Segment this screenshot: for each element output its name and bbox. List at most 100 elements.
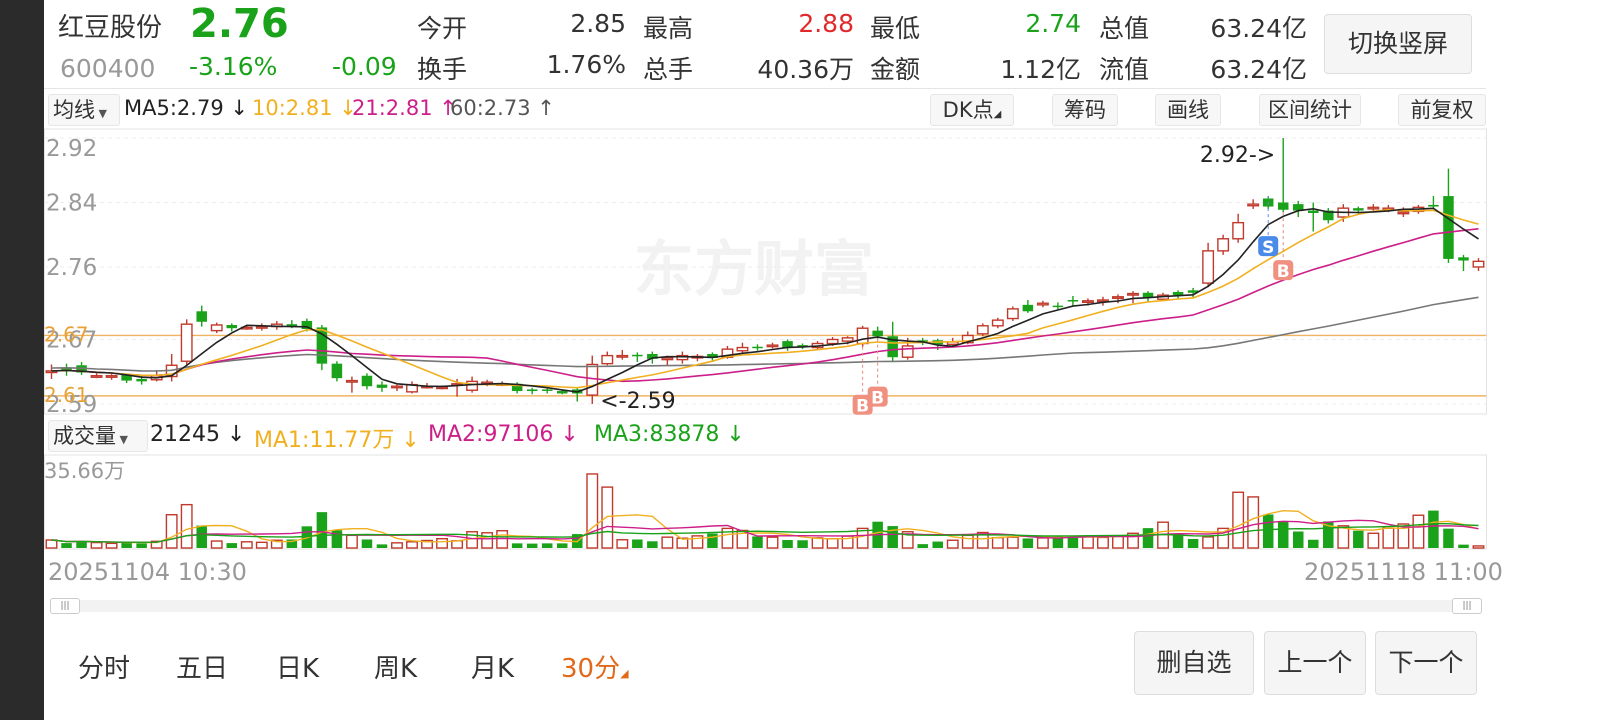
candle	[766, 342, 779, 349]
next-stock-button[interactable]: 下一个	[1375, 631, 1477, 695]
turnover-value: 1.76%	[546, 50, 626, 79]
candle	[105, 374, 118, 380]
candle	[196, 305, 207, 327]
kline-chart[interactable]: 东方财富 2.922.842.762.672.592.672.612.92-><…	[44, 120, 1488, 590]
tab-30min[interactable]: 30分◢	[561, 648, 629, 685]
remove-watchlist-button[interactable]: 删自选	[1134, 631, 1254, 695]
tab-intraday[interactable]: 分时	[78, 648, 130, 685]
candle-body	[1112, 296, 1124, 299]
time-scrollbar[interactable]: ||| |||	[50, 598, 1482, 614]
volume-bar	[451, 540, 464, 549]
volume-axis-label: 35.66万	[44, 459, 125, 483]
volume-bar	[226, 543, 238, 548]
ma21-indicator: 21:2.81 ↑	[352, 96, 457, 120]
volume-bar	[932, 541, 943, 548]
float-value: 63.24亿	[1210, 55, 1307, 84]
volume-bar	[797, 540, 808, 548]
volume-bar	[1412, 514, 1425, 549]
volume-bar	[391, 542, 403, 549]
candle-body	[466, 380, 479, 391]
high-marker: 2.92->	[1200, 143, 1275, 168]
tab-five-day[interactable]: 五日	[176, 648, 228, 685]
candle	[331, 361, 343, 382]
volume-bar	[826, 538, 839, 549]
candle	[165, 353, 178, 382]
candle-body	[345, 379, 358, 383]
previous-stock-button[interactable]: 上一个	[1264, 631, 1366, 695]
volume-bar	[961, 534, 974, 549]
high-label: 最高	[643, 14, 694, 43]
tab-daily-k[interactable]: 日K	[276, 648, 319, 685]
volume-bar	[647, 541, 658, 548]
low-label: 最低	[870, 14, 921, 43]
candle-body	[210, 324, 223, 332]
candle	[1232, 213, 1245, 243]
reference-lines	[44, 334, 1486, 397]
candle	[632, 352, 643, 363]
volume-bar	[1067, 536, 1079, 548]
candle-body	[661, 357, 674, 361]
candle-body	[601, 354, 614, 365]
candle	[1247, 199, 1260, 209]
volume-bar	[121, 542, 132, 548]
candle-body	[1036, 302, 1049, 306]
candle	[1217, 234, 1230, 255]
volume-bar	[541, 543, 553, 548]
candle-body	[1067, 300, 1079, 302]
switch-portrait-button[interactable]: 切换竖屏	[1324, 14, 1472, 74]
candle-body	[1006, 308, 1019, 320]
candle-body	[1428, 204, 1439, 207]
candle	[571, 387, 583, 402]
tab-monthly-k[interactable]: 月K	[471, 648, 514, 685]
candle-body	[1202, 250, 1215, 284]
candle-body	[1081, 300, 1094, 304]
volume-bar	[1382, 527, 1395, 549]
change-percent: -3.16%	[189, 52, 278, 81]
corner-triangle-icon: ◢	[993, 109, 1002, 120]
signal-label: B	[871, 389, 884, 409]
candle-body	[586, 363, 599, 396]
low-marker: <-2.59	[600, 389, 675, 414]
volume-bar	[526, 543, 538, 548]
volume-bar	[661, 536, 674, 549]
volume-bar	[376, 544, 388, 548]
candle-body	[391, 385, 403, 389]
candle-body	[1472, 260, 1485, 268]
volume-bar	[1292, 531, 1304, 548]
candle-body	[1217, 238, 1230, 252]
volume-bar	[496, 530, 509, 549]
candle	[526, 387, 538, 395]
candle-body	[526, 389, 538, 392]
volume-bar	[1232, 491, 1245, 549]
candle-body	[105, 375, 118, 378]
volume-bar	[811, 537, 824, 549]
volume-bar	[1142, 528, 1154, 548]
scrollbar-right-handle[interactable]: |||	[1452, 598, 1482, 614]
y-tick-label: 2.92	[46, 136, 97, 162]
candle-body	[255, 325, 268, 329]
total-volume-value: 40.36万	[757, 55, 854, 84]
candle	[541, 388, 553, 394]
tab-weekly-k[interactable]: 周K	[374, 648, 417, 685]
candle	[90, 373, 103, 379]
volume-bar	[481, 532, 494, 549]
candle-body	[226, 324, 238, 329]
candle-body	[1022, 304, 1034, 312]
candle-body	[541, 389, 553, 391]
candle-body	[1443, 196, 1454, 259]
volume-bar	[511, 543, 523, 548]
candle-body	[1247, 203, 1260, 207]
signal-label: S	[1262, 238, 1274, 258]
candle	[676, 351, 689, 364]
candle	[1127, 291, 1139, 304]
volume-bar	[136, 543, 147, 548]
candle	[1308, 202, 1319, 232]
candle	[255, 323, 268, 331]
volume-bar	[1202, 536, 1215, 549]
scrollbar-left-handle[interactable]: |||	[50, 598, 80, 614]
ma10-indicator: 10:2.81 ↓	[252, 96, 357, 120]
candle-body	[180, 323, 193, 362]
candle-body	[376, 384, 388, 388]
stock-code: 600400	[60, 54, 156, 83]
candle	[991, 317, 1004, 329]
